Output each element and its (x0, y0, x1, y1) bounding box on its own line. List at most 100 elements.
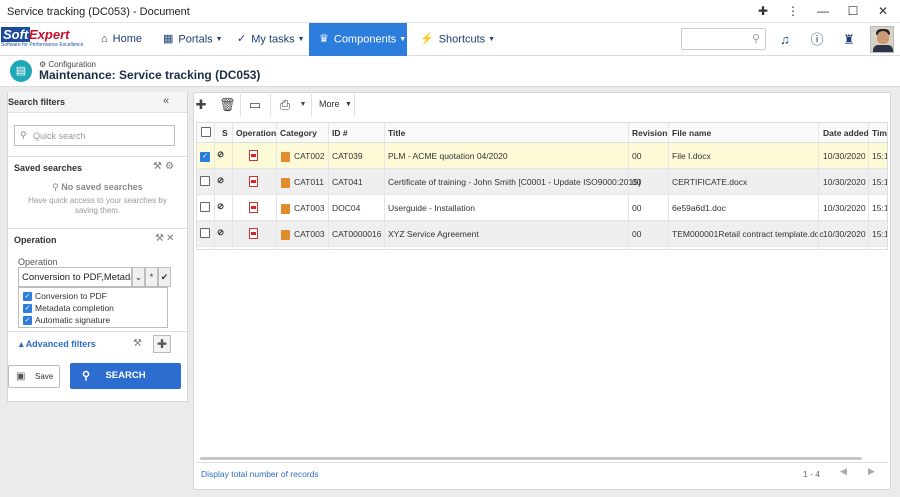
row-title: Userguide - Installation (388, 203, 475, 213)
row-file-name: 6e59a6d1.doc (672, 203, 726, 213)
option-label: Metadata completion (35, 303, 114, 313)
add-icon[interactable]: ✚ (194, 96, 208, 114)
divider (311, 94, 312, 116)
delete-icon[interactable]: 🗑 (219, 96, 236, 114)
option-label: Conversion to PDF (35, 291, 107, 301)
broom-icon[interactable]: ⚒ (133, 338, 142, 349)
no-entry-icon: ⊘ (217, 227, 225, 237)
option-automatic-signature[interactable]: ✓ Automatic signature (23, 315, 110, 327)
extension-icon[interactable]: ✚ (748, 0, 778, 23)
row-checkbox[interactable] (200, 176, 210, 188)
results-grid: S Operation Category ID # Title Revision… (196, 122, 888, 250)
prev-page-icon[interactable]: ◀ (840, 466, 847, 477)
nav-portals[interactable]: ▦ Portals ▼ (163, 23, 225, 56)
col-category[interactable]: Category (280, 128, 317, 138)
col-s[interactable]: S (222, 128, 228, 138)
nav-portals-label: Portals (178, 33, 213, 46)
table-row[interactable]: ⊘ CAT011 CAT041 Certificate of training … (197, 169, 887, 195)
chevron-down-icon[interactable]: ▼ (298, 96, 308, 114)
row-revision: 00 (632, 177, 642, 187)
nav-shortcuts[interactable]: ⚡ Shortcuts ▼ (420, 23, 495, 56)
category-text: CAT002 (294, 151, 325, 161)
maximize-button[interactable]: ☐ (838, 0, 868, 23)
option-conversion-to-pdf[interactable]: ✓ Conversion to PDF (23, 291, 107, 303)
close-window-button[interactable]: ✕ (868, 0, 898, 23)
row-checkbox[interactable] (200, 228, 210, 240)
print-icon[interactable]: ⎙ (277, 96, 293, 114)
horizontal-scrollbar[interactable] (200, 457, 862, 460)
divider (818, 123, 819, 249)
logo-brand-a: Soft (1, 27, 31, 42)
table-row[interactable]: ✓ ⊘ CAT002 CAT039 PLM - ACME quotation 0… (197, 143, 887, 169)
advanced-filters-toggle[interactable]: ▴ Advanced filters (19, 339, 96, 350)
close-icon[interactable]: ✕ (166, 233, 174, 244)
pdf-icon (249, 150, 258, 163)
broom-icon[interactable]: ⚒ (153, 161, 162, 172)
option-metadata-completion[interactable]: ✓ Metadata completion (23, 303, 114, 315)
row-file-name: File I.docx (672, 151, 711, 161)
user-avatar[interactable] (870, 26, 894, 53)
col-file-name[interactable]: File name (672, 128, 711, 138)
save-search-button[interactable]: ▣ Save (8, 365, 60, 388)
more-options-icon[interactable]: ⋮ (778, 0, 808, 23)
col-time[interactable]: Time (872, 128, 887, 138)
divider (668, 123, 669, 249)
help-icon[interactable]: ⓘ (808, 31, 826, 49)
graduation-cap-icon[interactable]: ♜ (840, 31, 858, 49)
saved-searches-hint: Have quick access to your searches by sa… (28, 196, 167, 215)
divider (328, 123, 329, 249)
bell-icon[interactable]: ♫ (776, 31, 794, 49)
checkbox-checked-icon[interactable]: ✓ (23, 304, 32, 314)
row-date: 10/30/2020 (823, 203, 866, 213)
save-label: Save (35, 372, 54, 381)
row-file-name: TEM000001Retail contract template.doc (672, 229, 824, 239)
collapse-icon[interactable]: « (163, 95, 169, 107)
gear-icon[interactable]: ⚙ (165, 161, 174, 172)
row-id: CAT039 (332, 151, 363, 161)
nav-components[interactable]: ♛ Components ▼ (309, 23, 407, 56)
col-date-added[interactable]: Date added (823, 128, 869, 138)
col-revision[interactable]: Revision (632, 128, 667, 138)
add-filter-button[interactable]: ✚ (153, 335, 171, 353)
table-row[interactable]: ⊘ CAT003 CAT0000016 XYZ Service Agreemen… (197, 221, 887, 247)
select-all-checkbox[interactable] (201, 127, 211, 139)
quick-search-input[interactable]: ⚲ Quick search (14, 125, 175, 146)
divider (214, 123, 215, 249)
asterisk-icon[interactable]: * (145, 267, 158, 287)
global-search-input[interactable]: ⚲ (681, 28, 766, 50)
checkbox-checked-icon[interactable]: ✓ (23, 316, 32, 326)
nav-components-label: Components (333, 33, 397, 46)
row-category: CAT003 (281, 203, 325, 214)
checkbox-checked-icon[interactable]: ✓ (23, 292, 32, 302)
no-entry-icon: ⊘ (217, 201, 225, 211)
row-checkbox[interactable] (200, 202, 210, 214)
check-all-icon[interactable]: ✔ (158, 267, 171, 287)
divider (240, 94, 241, 116)
chevron-down-icon[interactable]: ⌄ (132, 267, 145, 287)
row-checkbox[interactable]: ✓ (200, 150, 210, 162)
next-page-icon[interactable]: ▶ (868, 466, 875, 477)
category-icon (281, 203, 290, 214)
display-total-link[interactable]: Display total number of records (201, 469, 319, 479)
col-operation[interactable]: Operation (236, 128, 276, 138)
divider (8, 156, 187, 157)
table-row[interactable]: ⊘ CAT003 DOC04 Userguide - Installation … (197, 195, 887, 221)
operation-select[interactable]: Conversion to PDF,Metadata (18, 267, 132, 287)
row-category: CAT011 (281, 177, 324, 188)
more-menu[interactable]: More ▼ (319, 99, 352, 109)
search-button[interactable]: ⚲ SEARCH (70, 363, 181, 389)
col-title[interactable]: Title (388, 128, 405, 138)
col-id[interactable]: ID # (332, 128, 348, 138)
search-icon: ⚲ (82, 370, 91, 382)
nav-my-tasks[interactable]: ✓ My tasks ▼ (237, 23, 305, 56)
divider (8, 331, 187, 332)
pdf-icon (249, 202, 258, 215)
nav-home-label: Home (112, 33, 142, 45)
chevron-down-icon: ▼ (297, 36, 305, 43)
minimize-button[interactable]: — (808, 0, 838, 23)
view-icon[interactable]: ▭ (248, 96, 262, 114)
softexpert-logo[interactable]: Soft Expert Software for Performance Exce… (1, 27, 85, 51)
nav-home[interactable]: ⌂ Home (101, 23, 153, 56)
category-text: CAT003 (294, 203, 325, 213)
broom-icon[interactable]: ⚒ (155, 233, 164, 244)
